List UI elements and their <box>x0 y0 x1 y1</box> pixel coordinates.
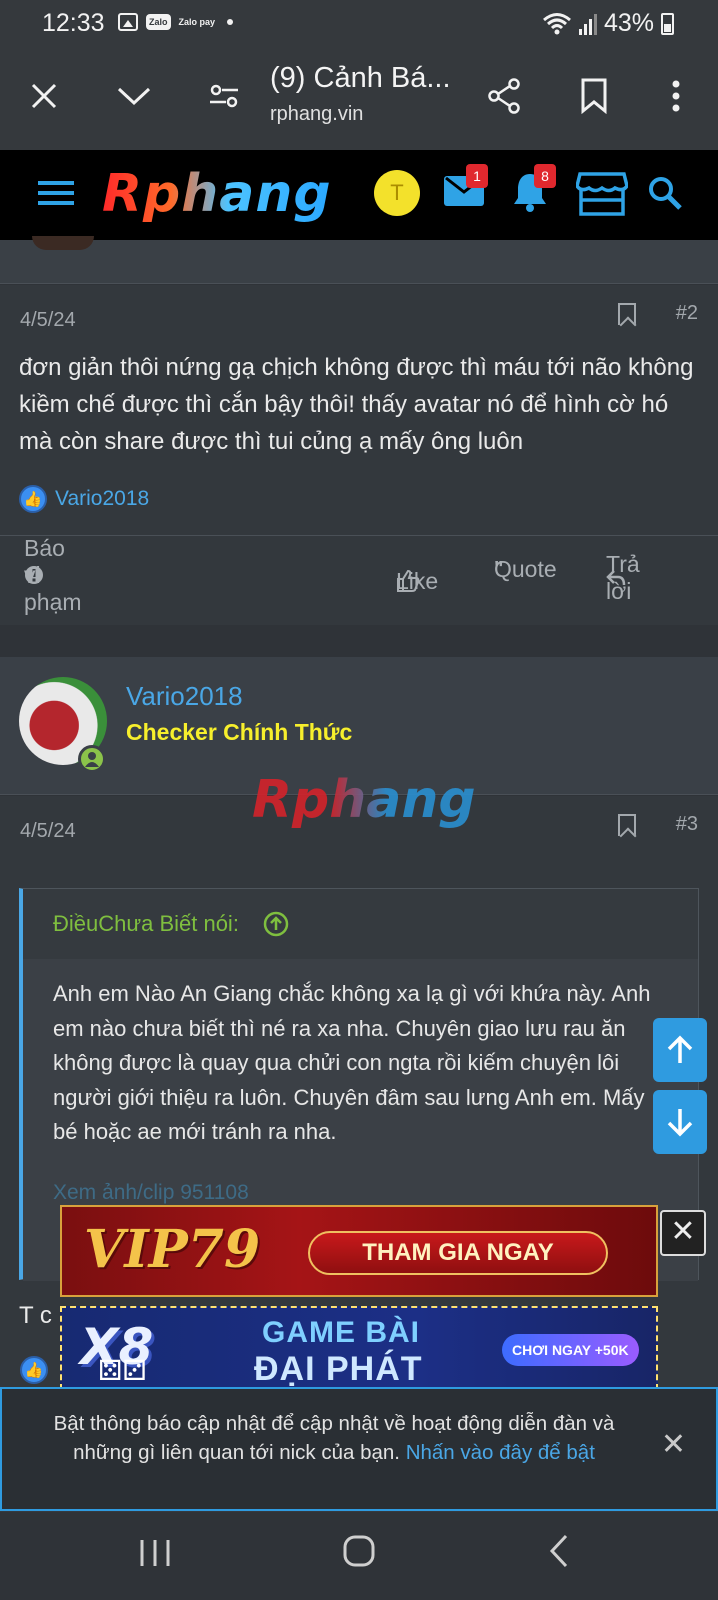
status-bar: 12:33 Zalo Zalo pay 43% <box>0 0 718 48</box>
notification-message: Bật thông báo cập nhật để cập nhật về ho… <box>32 1409 636 1467</box>
arrow-down-icon <box>667 1109 693 1137</box>
ad-cta: THAM GIA NGAY <box>308 1231 608 1275</box>
user-avatar-button[interactable]: T <box>374 170 420 216</box>
scroll-bottom-button[interactable] <box>653 1090 707 1154</box>
back-icon <box>549 1534 568 1568</box>
store-icon <box>575 172 629 216</box>
more-notifications-dot <box>227 19 234 25</box>
signal-icon <box>578 13 597 35</box>
close-tab-button[interactable] <box>20 72 68 120</box>
post-number[interactable]: #3 <box>676 813 698 836</box>
reply-label: Trả lời <box>606 551 640 604</box>
quote-header[interactable]: ĐiềuChưa Biết nói: <box>23 889 698 959</box>
zalo-icon: Zalo <box>146 14 171 30</box>
notification-icons: Zalo Zalo pay <box>118 13 234 31</box>
bookmark-icon <box>581 78 607 114</box>
post-date[interactable]: 4/5/24 <box>20 820 76 843</box>
ad-brand: VIP79 <box>84 1219 261 1280</box>
quote-label: Quote <box>494 555 557 582</box>
share-icon <box>488 78 520 114</box>
like-reaction-icon[interactable]: 👍 <box>20 1356 48 1384</box>
user-title: Checker Chính Thức <box>126 719 353 745</box>
like-button[interactable]: Like <box>396 568 438 594</box>
enable-notifications-link[interactable]: Nhấn vào đây để bật <box>406 1441 595 1464</box>
site-settings-button[interactable] <box>200 72 248 120</box>
home-icon <box>343 1535 375 1567</box>
tune-icon <box>210 84 238 108</box>
zalopay-icon: Zalo pay <box>178 16 216 27</box>
hamburger-icon <box>38 181 74 205</box>
ad-banner-vip79[interactable]: VIP79 THAM GIA NGAY <box>60 1205 658 1297</box>
back-button[interactable] <box>548 1534 570 1573</box>
wifi-icon <box>542 12 571 34</box>
chevron-down-icon <box>117 87 151 106</box>
ad-line1: GAME BÀI <box>262 1316 420 1349</box>
search-icon <box>649 177 682 210</box>
recents-icon <box>140 1540 170 1566</box>
battery-icon <box>661 13 674 35</box>
alerts-button[interactable]: 8 <box>512 164 556 217</box>
ad-line2: ĐẠI PHÁT <box>254 1350 423 1388</box>
like-reaction-icon: 👍 <box>19 485 47 513</box>
menu-button[interactable] <box>38 180 74 211</box>
bookmark-icon[interactable] <box>618 814 636 836</box>
search-button[interactable] <box>648 176 682 215</box>
url-text[interactable]: rphang.vin <box>270 103 363 126</box>
post-number[interactable]: #2 <box>676 302 698 325</box>
site-logo[interactable]: Rphang <box>102 164 332 224</box>
close-notification-button[interactable]: ✕ <box>661 1427 686 1462</box>
post-date[interactable]: 4/5/24 <box>20 309 76 332</box>
system-navigation-bar <box>0 1512 718 1600</box>
alerts-badge: 8 <box>534 164 556 188</box>
reaction-summary[interactable]: 👍 Vario2018 <box>19 485 149 513</box>
previous-user-row <box>0 236 718 284</box>
bookmark-icon[interactable] <box>618 303 636 325</box>
arrow-up-icon <box>667 1035 693 1063</box>
quote-text: Anh em Nào An Giang chắc không xa lạ gì … <box>53 981 651 1144</box>
online-status-icon <box>78 745 106 773</box>
more-vert-icon <box>672 80 680 112</box>
post-body: đơn giản thôi nứng gạ chịch không được t… <box>19 354 694 455</box>
username-link[interactable]: Vario2018 <box>126 681 243 712</box>
report-button[interactable]: Báo vi phạm <box>24 535 82 615</box>
ad-banner-x8[interactable]: X8 ⚄⚂ GAME BÀI ĐẠI PHÁT CHƠI NGAY +50K <box>60 1306 658 1390</box>
messages-button[interactable]: 1 <box>444 164 488 211</box>
browser-toolbar: (9) Cảnh Bá... rphang.vin <box>0 48 718 150</box>
messages-badge: 1 <box>466 164 488 188</box>
gallery-icon <box>118 13 138 31</box>
site-header: Rphang T 1 8 <box>0 150 718 240</box>
minimize-button[interactable] <box>110 72 158 120</box>
post-2: 4/5/24 #2 đơn giản thôi nứng gạ chịch kh… <box>0 285 718 625</box>
close-ad-button[interactable]: ✕ <box>660 1210 706 1256</box>
share-button[interactable] <box>480 72 528 120</box>
watermark-logo: Rphang <box>252 770 476 830</box>
arrow-up-circle-icon[interactable] <box>263 911 289 937</box>
quote-author[interactable]: ĐiềuChưa Biết nói: <box>53 911 239 937</box>
reply-button[interactable]: Trả lời <box>606 551 640 604</box>
battery-percent: 43% <box>603 9 654 37</box>
quote-media-link[interactable]: Xem ảnh/clip 951108 <box>53 1181 249 1205</box>
dice-icon: ⚄⚂ <box>98 1355 147 1386</box>
post-body-partial: T c <box>19 1302 52 1329</box>
divider <box>0 535 718 536</box>
ad-cta: CHƠI NGAY +50K <box>502 1334 639 1366</box>
bookmark-page-button[interactable] <box>570 72 618 120</box>
home-button[interactable] <box>342 1534 376 1573</box>
reaction-user[interactable]: Vario2018 <box>55 487 149 511</box>
previous-user-avatar[interactable] <box>32 236 94 250</box>
report-label: Báo vi phạm <box>24 534 82 615</box>
like-label: Like <box>396 567 439 594</box>
store-button[interactable] <box>575 172 629 221</box>
tab-title[interactable]: (9) Cảnh Bá... <box>270 62 451 95</box>
close-icon <box>31 83 57 109</box>
more-options-button[interactable] <box>652 72 700 120</box>
recent-apps-button[interactable] <box>138 1538 172 1573</box>
status-time: 12:33 <box>42 9 105 37</box>
push-notification-prompt: Bật thông báo cập nhật để cập nhật về ho… <box>0 1387 718 1511</box>
scroll-top-button[interactable] <box>653 1018 707 1082</box>
